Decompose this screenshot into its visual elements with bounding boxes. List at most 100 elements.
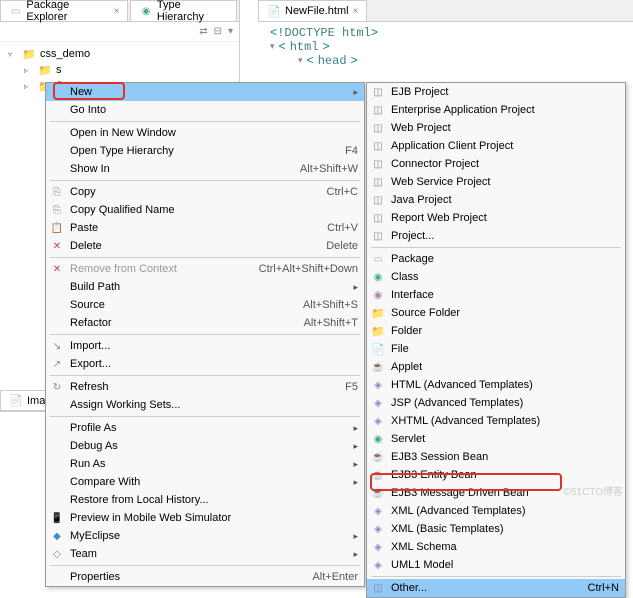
- new-submenu-item-java-project[interactable]: Java Project: [367, 191, 625, 209]
- menu-item-label: New: [70, 86, 92, 98]
- code-line: DOCTYPE: [284, 26, 334, 40]
- context-menu-item-myeclipse[interactable]: MyEclipse▸: [46, 527, 364, 545]
- new-submenu-item-web-project[interactable]: Web Project: [367, 119, 625, 137]
- menu-item-label: Debug As: [70, 440, 118, 452]
- link-editor-icon[interactable]: ⇄: [199, 26, 207, 37]
- context-menu-item-open-type-hierarchy[interactable]: Open Type HierarchyF4: [46, 142, 364, 160]
- context-menu-item-copy[interactable]: CopyCtrl+C: [46, 183, 364, 201]
- tree-item[interactable]: ▹ s: [24, 62, 231, 78]
- new-submenu-item-connector-project[interactable]: Connector Project: [367, 155, 625, 173]
- menu-item-label: Compare With: [70, 476, 140, 488]
- menu-separator: [50, 334, 360, 335]
- new-submenu-item-folder[interactable]: Folder: [367, 322, 625, 340]
- new-submenu-item-file[interactable]: File: [367, 340, 625, 358]
- context-menu-item-paste[interactable]: PasteCtrl+V: [46, 219, 364, 237]
- expand-icon[interactable]: ▹: [24, 82, 34, 91]
- menu-item-label: Team: [70, 548, 97, 560]
- tree-label: css_demo: [40, 48, 90, 60]
- submenu-arrow-icon: ▸: [353, 87, 358, 98]
- menu-separator: [50, 375, 360, 376]
- menu-item-label: Servlet: [391, 433, 425, 445]
- box-icon: [371, 211, 385, 225]
- context-menu-item-source[interactable]: SourceAlt+Shift+S: [46, 296, 364, 314]
- bean-icon: [371, 450, 385, 464]
- new-submenu-item-web-service-project[interactable]: Web Service Project: [367, 173, 625, 191]
- new-submenu-item-interface[interactable]: Interface: [367, 286, 625, 304]
- new-submenu-item-xml-schema[interactable]: XML Schema: [367, 538, 625, 556]
- submenu-arrow-icon: ▸: [353, 441, 358, 452]
- new-submenu-item-applet[interactable]: Applet: [367, 358, 625, 376]
- tab-package-explorer[interactable]: Package Explorer ×: [0, 0, 128, 21]
- context-menu-item-delete[interactable]: DeleteDelete: [46, 237, 364, 255]
- menu-item-label: XML (Basic Templates): [391, 523, 503, 535]
- new-submenu-item-report-web-project[interactable]: Report Web Project: [367, 209, 625, 227]
- tab-newfile[interactable]: NewFile.html ×: [258, 0, 367, 21]
- folder-icon: [38, 63, 52, 77]
- new-submenu-item-package[interactable]: Package: [367, 250, 625, 268]
- new-submenu-item-xml-advanced-templates[interactable]: XML (Advanced Templates): [367, 502, 625, 520]
- close-icon[interactable]: ×: [353, 6, 359, 17]
- class-icon: [371, 432, 385, 446]
- menu-item-label: HTML (Advanced Templates): [391, 379, 533, 391]
- menu-item-label: Web Project: [391, 122, 451, 134]
- context-menu-item-assign-working-sets[interactable]: Assign Working Sets...: [46, 396, 364, 414]
- bean-icon: [371, 486, 385, 500]
- context-menu-item-export[interactable]: Export...: [46, 355, 364, 373]
- new-submenu-item-ejb3-entity-bean[interactable]: EJB3 Entity Bean: [367, 466, 625, 484]
- new-submenu-item-application-client-project[interactable]: Application Client Project: [367, 137, 625, 155]
- context-menu-item-open-in-new-window[interactable]: Open in New Window: [46, 124, 364, 142]
- context-menu-item-restore-from-local-history[interactable]: Restore from Local History...: [46, 491, 364, 509]
- new-submenu-item-class[interactable]: Class: [367, 268, 625, 286]
- new-submenu-item-project[interactable]: Project...: [367, 227, 625, 245]
- delete-icon: [50, 262, 64, 276]
- tab-type-hierarchy[interactable]: Type Hierarchy: [130, 0, 237, 21]
- new-submenu-item-xml-basic-templates[interactable]: XML (Basic Templates): [367, 520, 625, 538]
- context-menu-item-copy-qualified-name[interactable]: Copy Qualified Name: [46, 201, 364, 219]
- xml-icon: [371, 540, 385, 554]
- close-icon[interactable]: ×: [114, 6, 120, 17]
- new-submenu-item-servlet[interactable]: Servlet: [367, 430, 625, 448]
- new-submenu-item-ejb3-session-bean[interactable]: EJB3 Session Bean: [367, 448, 625, 466]
- context-menu-item-run-as[interactable]: Run As▸: [46, 455, 364, 473]
- context-menu-item-properties[interactable]: PropertiesAlt+Enter: [46, 568, 364, 586]
- html-file-icon: [267, 4, 281, 18]
- class-icon: [371, 270, 385, 284]
- context-menu-item-go-into[interactable]: Go Into: [46, 101, 364, 119]
- collapse-icon[interactable]: ⊟: [214, 26, 222, 37]
- new-submenu-item-enterprise-application-project[interactable]: Enterprise Application Project: [367, 101, 625, 119]
- context-menu-item-debug-as[interactable]: Debug As ▸: [46, 437, 364, 455]
- new-submenu-item-uml1-model[interactable]: UML1 Model: [367, 556, 625, 574]
- menu-item-label: Remove from Context: [70, 263, 177, 275]
- context-menu-item-refactor[interactable]: RefactorAlt+Shift+T: [46, 314, 364, 332]
- context-menu-item-preview-in-mobile-web-simulator[interactable]: Preview in Mobile Web Simulator: [46, 509, 364, 527]
- context-menu: New ▸ Go Into Open in New WindowOpen Type H…: [45, 82, 365, 587]
- new-submenu-item-ejb-project[interactable]: EJB Project: [367, 83, 625, 101]
- menu-item-label: Properties: [70, 571, 120, 583]
- menu-item-label: EJB3 Entity Bean: [391, 469, 477, 481]
- context-menu-item-refresh[interactable]: RefreshF5: [46, 378, 364, 396]
- expand-icon[interactable]: ▹: [24, 66, 34, 75]
- code-editor[interactable]: <!DOCTYPE html> ▾<html> ▾<head>: [258, 22, 633, 72]
- menu-item-label: Connector Project: [391, 158, 479, 170]
- new-submenu-item-jsp-advanced-templates[interactable]: JSP (Advanced Templates): [367, 394, 625, 412]
- watermark: ©51CTO博客: [564, 483, 623, 498]
- menu-separator: [50, 565, 360, 566]
- menu-item-label: Java Project: [391, 194, 452, 206]
- tree-root[interactable]: ▿ css_demo: [8, 46, 231, 62]
- context-menu-item-show-in[interactable]: Show InAlt+Shift+W: [46, 160, 364, 178]
- new-submenu-item-source-folder[interactable]: Source Folder: [367, 304, 625, 322]
- menu-item-label: Refresh: [70, 381, 109, 393]
- new-submenu-item-other[interactable]: Other...Ctrl+N: [367, 579, 625, 597]
- context-menu-item-build-path[interactable]: Build Path▸: [46, 278, 364, 296]
- expand-icon[interactable]: ▿: [8, 50, 18, 59]
- view-menu-icon[interactable]: ▾: [228, 26, 233, 37]
- applet-icon: [371, 360, 385, 374]
- context-menu-item-team[interactable]: Team▸: [46, 545, 364, 563]
- menu-item-label: Copy: [70, 186, 96, 198]
- new-submenu-item-html-advanced-templates[interactable]: HTML (Advanced Templates): [367, 376, 625, 394]
- context-menu-item-compare-with[interactable]: Compare With▸: [46, 473, 364, 491]
- context-menu-item-profile-as[interactable]: Profile As▸: [46, 419, 364, 437]
- context-menu-item-new[interactable]: New ▸: [46, 83, 364, 101]
- new-submenu-item-xhtml-advanced-templates[interactable]: XHTML (Advanced Templates): [367, 412, 625, 430]
- context-menu-item-import[interactable]: Import...: [46, 337, 364, 355]
